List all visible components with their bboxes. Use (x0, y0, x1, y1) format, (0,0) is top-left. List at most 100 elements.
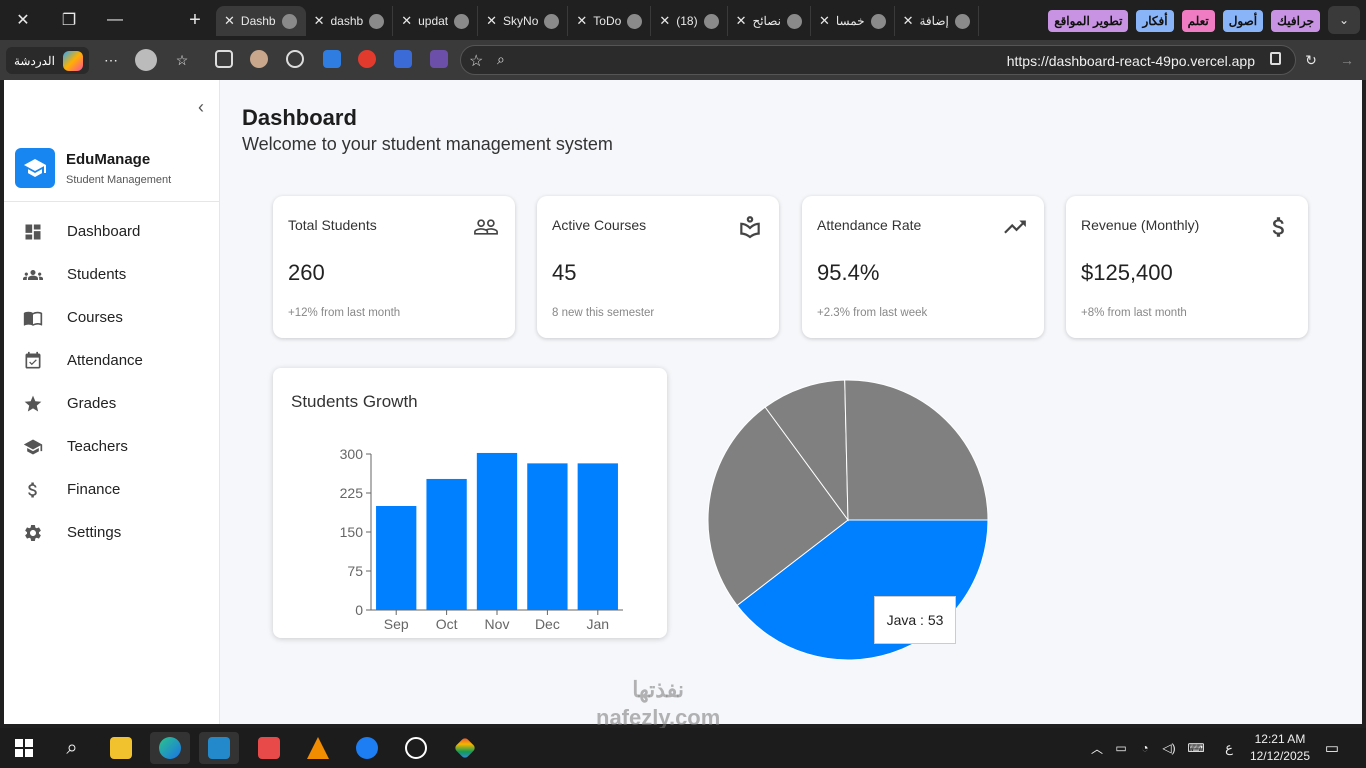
browser-tab[interactable]: ✕ SkyNo (478, 6, 569, 36)
clock-date: 12/12/2025 (1249, 749, 1310, 763)
close-tab-icon[interactable]: ✕ (224, 13, 235, 29)
close-tab-icon[interactable]: ✕ (819, 13, 830, 29)
browser-tab-bar: ✕ ❐ — + ✕ Dashb ✕ dashb ✕ updat ✕ SkyNo ✕ ToDo ✕ (1… (0, 0, 1366, 40)
browser-tab[interactable]: ✕ نصائح (728, 6, 811, 36)
tab-favicon-icon (544, 13, 560, 29)
y-tick-label: 150 (340, 524, 364, 540)
git-app-icon[interactable] (445, 732, 485, 764)
search-icon[interactable]: ⌕ (52, 732, 92, 764)
forward-arrow-icon[interactable]: → (1336, 49, 1358, 71)
sidebar-item-finance[interactable]: Finance (4, 468, 219, 511)
browser-tab[interactable]: ✕ Dashb (216, 6, 306, 36)
x-tick-label: Dec (535, 616, 560, 632)
courses-icon (23, 311, 43, 326)
restore-window-icon[interactable]: ❐ (46, 0, 92, 40)
extensions-icon[interactable] (215, 50, 233, 68)
tab-search-icon[interactable]: ⌄ (1328, 6, 1360, 34)
tab-group-chip[interactable]: أصول (1222, 10, 1264, 32)
tab-group-chip[interactable]: تطوير المواقع (1048, 10, 1129, 32)
more-menu-icon[interactable]: ⋯ (100, 49, 122, 71)
wifi-icon[interactable]: ◔ (1134, 732, 1156, 764)
browser-tab[interactable]: ✕ (18) (651, 6, 728, 36)
x-tick-label: Jan (587, 616, 610, 632)
lock-icon[interactable] (1270, 52, 1281, 65)
close-tab-icon[interactable]: ✕ (903, 13, 914, 29)
sidebar-item-teachers[interactable]: Teachers (4, 425, 219, 468)
notifications-icon[interactable]: ▭ (1316, 732, 1348, 764)
battery-icon[interactable]: ▭ (1110, 732, 1132, 764)
browser-tab[interactable]: ✕ خمسا (811, 6, 895, 36)
copilot-button[interactable]: الدردشة (6, 47, 89, 74)
browser-tab[interactable]: ✕ updat (393, 6, 479, 36)
extension-target-icon[interactable] (286, 50, 304, 68)
stat-card: Revenue (Monthly) $125,400 +8% from last m… (1066, 196, 1308, 338)
close-tab-icon[interactable]: ✕ (576, 13, 587, 29)
dashboard-icon (25, 224, 41, 239)
sidebar-item-label: Attendance (67, 352, 143, 369)
search-lens-icon[interactable]: ⌕ (497, 51, 505, 68)
keyboard-icon[interactable]: ⌨ (1182, 732, 1210, 764)
browser-tab[interactable]: ✕ إضافة (895, 6, 979, 36)
y-tick-label: 75 (347, 563, 363, 579)
close-tab-icon[interactable]: ✕ (486, 13, 497, 29)
tab-favicon-icon (454, 13, 470, 29)
chatgpt-icon[interactable] (396, 732, 436, 764)
extension-red-icon[interactable] (358, 50, 376, 68)
reload-icon[interactable]: ↻ (1300, 49, 1322, 71)
stat-card: Attendance Rate 95.4% +2.3% from last week (802, 196, 1044, 338)
calendar-app-icon[interactable] (249, 732, 289, 764)
edge-browser-icon[interactable] (150, 732, 190, 764)
new-tab-button[interactable]: + (180, 6, 210, 34)
close-tab-icon[interactable]: ✕ (314, 13, 325, 29)
tab-title: ToDo (593, 14, 622, 28)
tab-group-chip[interactable]: أفكار (1136, 10, 1174, 32)
file-explorer-icon[interactable] (101, 732, 141, 764)
collapse-sidebar-icon[interactable]: ‹ (190, 96, 212, 118)
sidebar-item-attendance[interactable]: Attendance (4, 339, 219, 382)
minimize-window-icon[interactable]: — (92, 0, 138, 40)
bar-oct (426, 478, 467, 610)
extension-people-icon[interactable] (430, 50, 448, 68)
sidebar-item-dashboard[interactable]: Dashboard (4, 210, 219, 253)
sidebar-item-label: Finance (67, 481, 121, 498)
sidebar-divider (4, 201, 219, 202)
stat-subtext: +2.3% from last week (817, 307, 928, 319)
settings-icon (25, 524, 41, 541)
start-button[interactable] (4, 732, 44, 764)
volume-icon[interactable]: ◁) (1158, 732, 1180, 764)
close-tab-icon[interactable]: ✕ (401, 13, 412, 29)
tab-favicon-icon (870, 13, 886, 29)
sidebar-item-students[interactable]: Students (4, 253, 219, 296)
tab-title: نصائح (752, 14, 781, 28)
close-window-icon[interactable]: ✕ (0, 0, 46, 40)
x-tick-label: Oct (436, 616, 458, 632)
close-tab-icon[interactable]: ✕ (659, 13, 670, 29)
sidebar-item-settings[interactable]: Settings (4, 511, 219, 554)
tab-title: خمسا (835, 14, 865, 28)
language-indicator[interactable]: ع (1218, 732, 1240, 764)
tab-group-chip[interactable]: جرافيك (1271, 10, 1320, 32)
bookmark-star-icon[interactable]: ☆ (469, 51, 483, 71)
browser-tab[interactable]: ✕ ToDo (568, 6, 652, 36)
bluetooth-icon[interactable] (347, 732, 387, 764)
extension-blue-icon[interactable] (323, 50, 341, 68)
vlc-icon[interactable] (298, 732, 338, 764)
sidebar-item-grades[interactable]: Grades (4, 382, 219, 425)
extension-q-icon[interactable] (394, 50, 412, 68)
sidebar-item-courses[interactable]: Courses (4, 296, 219, 339)
tray-overflow-icon[interactable]: ︿ (1088, 732, 1106, 764)
favorites-icon[interactable]: ☆ (171, 49, 193, 71)
stat-value: 45 (552, 260, 577, 285)
pie-slice-3[interactable] (844, 379, 989, 521)
clock[interactable]: 12:21 AM 12/12/2025 (1250, 731, 1310, 765)
tab-group-chip[interactable]: تعلم (1181, 10, 1215, 32)
browser-tab[interactable]: ✕ dashb (306, 6, 394, 36)
address-bar[interactable]: ☆ ⌕ https://dashboard-react-49po.vercel.… (460, 45, 1296, 75)
extension-owl-icon[interactable] (250, 50, 268, 68)
tab-favicon-icon (786, 13, 802, 29)
windows-logo-icon (15, 739, 33, 757)
profile-avatar-icon[interactable] (135, 49, 157, 71)
close-tab-icon[interactable]: ✕ (736, 13, 747, 29)
vscode-icon[interactable] (199, 732, 239, 764)
bar-dec (527, 463, 568, 610)
